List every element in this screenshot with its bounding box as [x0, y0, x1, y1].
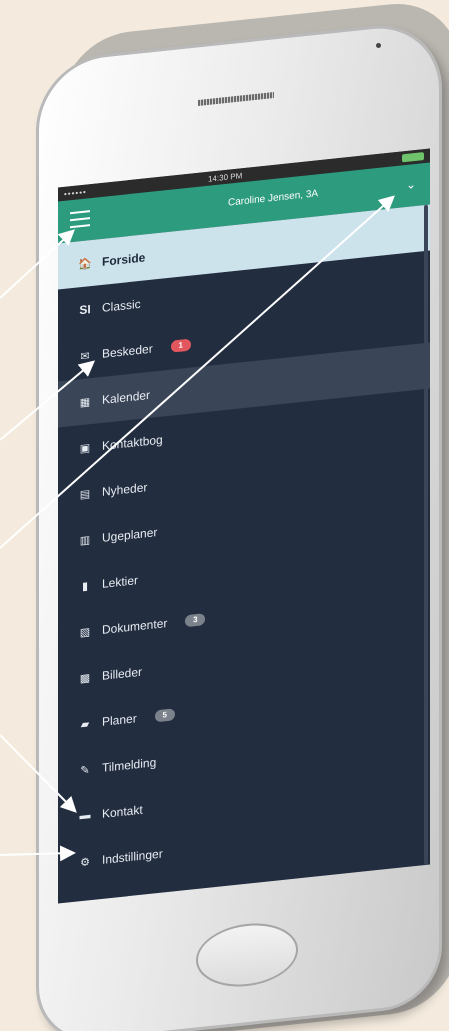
- phone-screen: •••••• 14:30 PM Caroline Jensen, 3A ⌄ 🏠 …: [58, 148, 430, 904]
- signup-icon: ✎: [80, 763, 90, 777]
- menu-item-label: Kontakt: [102, 802, 143, 821]
- plans-icon: ▰: [80, 717, 90, 731]
- menu-item-label: Nyheder: [102, 480, 148, 499]
- scrollbar[interactable]: [424, 204, 428, 866]
- document-icon: ▧: [79, 625, 91, 639]
- calendar-icon: ▦: [79, 395, 91, 409]
- home-icon: 🏠: [78, 257, 92, 271]
- hamburger-menu-icon[interactable]: [70, 210, 90, 229]
- menu-item-label: Indstillinger: [102, 846, 163, 867]
- menu-item-label: Planer: [102, 711, 137, 729]
- contact-icon: ▬: [79, 809, 91, 823]
- signal-icon: ••••••: [64, 187, 87, 199]
- count-badge: 3: [185, 613, 206, 628]
- side-menu: 🏠 Forside SI Classic ✉ Beskeder 1 ▦ Kale…: [58, 204, 430, 887]
- news-icon: ▤: [79, 487, 91, 501]
- menu-item-label: Kalender: [102, 387, 151, 407]
- menu-item-label: Dokumenter: [102, 616, 168, 637]
- camera-icon: [376, 43, 381, 48]
- mail-icon: ✉: [80, 349, 90, 363]
- menu-item-label: Kontaktbog: [102, 432, 163, 453]
- menu-item-label: Tilmelding: [102, 755, 157, 775]
- menu-item-label: Ugeplaner: [102, 525, 158, 545]
- images-icon: ▩: [79, 671, 91, 685]
- chevron-down-icon[interactable]: ⌄: [406, 177, 416, 192]
- count-badge: 5: [154, 708, 175, 723]
- menu-item-label: Lektier: [102, 573, 139, 591]
- menu-item-label: Classic: [102, 296, 141, 315]
- homework-icon: ▮: [81, 579, 89, 593]
- week-plan-icon: ▥: [79, 533, 91, 547]
- user-name: Caroline Jensen, 3A: [228, 188, 319, 209]
- si-logo-icon: SI: [79, 302, 91, 318]
- stage: •••••• 14:30 PM Caroline Jensen, 3A ⌄ 🏠 …: [0, 0, 449, 1031]
- unread-badge: 1: [170, 338, 191, 353]
- gear-icon: ⚙: [80, 855, 90, 869]
- menu-item-label: Forside: [102, 250, 146, 269]
- contact-book-icon: ▣: [79, 441, 91, 455]
- menu-item-label: Billeder: [102, 664, 143, 683]
- battery-icon: [402, 152, 424, 163]
- menu-item-label: Beskeder: [102, 341, 153, 361]
